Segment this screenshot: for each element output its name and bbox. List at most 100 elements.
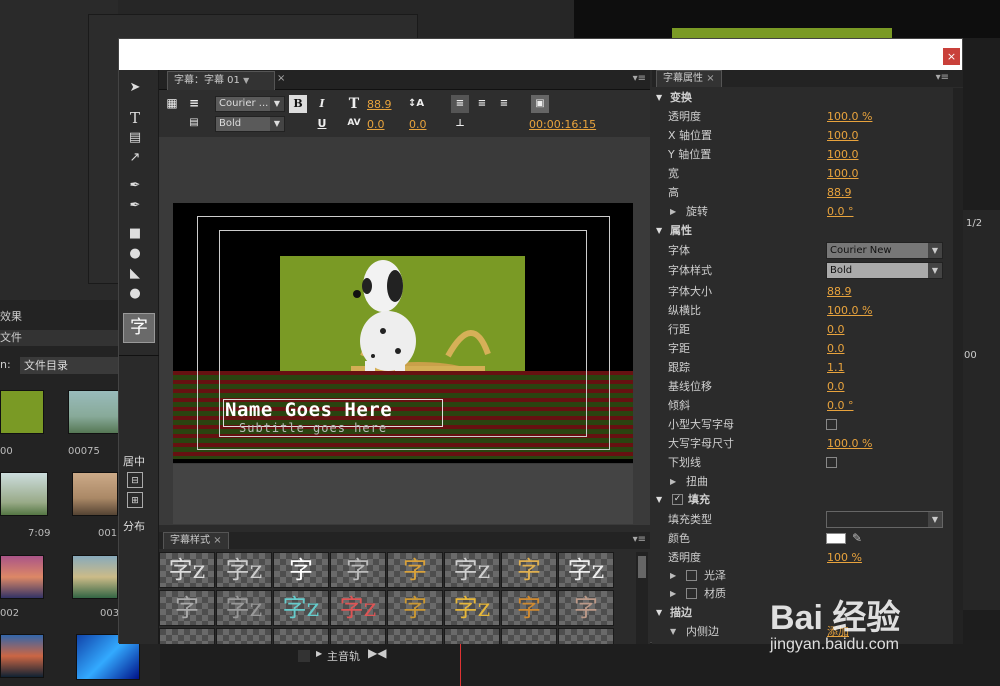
title-canvas[interactable]: Name Goes Here Subtitle goes here bbox=[173, 203, 633, 463]
fill-checkbox[interactable]: ✓ bbox=[672, 494, 683, 505]
texture-checkbox[interactable] bbox=[686, 588, 697, 599]
style-swatch[interactable]: 字 bbox=[273, 552, 329, 588]
style-swatch[interactable]: 字z bbox=[159, 552, 215, 588]
expand-icon[interactable]: ▶ bbox=[316, 649, 322, 658]
tab-close-icon[interactable]: × bbox=[277, 73, 285, 84]
sheen-checkbox[interactable] bbox=[686, 570, 697, 581]
prop-value[interactable]: 100.0 % bbox=[827, 434, 872, 453]
style-swatch[interactable]: 字z bbox=[216, 590, 272, 626]
thumb-sunset[interactable] bbox=[0, 555, 44, 599]
thumb-pier[interactable] bbox=[72, 472, 118, 516]
prop-value[interactable]: 0.0 bbox=[827, 320, 845, 339]
path-type-icon[interactable]: ↗ bbox=[127, 150, 143, 166]
props-scrollbar[interactable] bbox=[953, 88, 963, 644]
style-swatch[interactable]: 字 bbox=[501, 552, 557, 588]
prop-value[interactable]: 0.0 bbox=[827, 377, 845, 396]
font-select[interactable]: Courier New ▼ bbox=[826, 242, 943, 259]
italic-button[interactable]: I bbox=[313, 95, 331, 113]
style-swatch[interactable]: 字z bbox=[216, 552, 272, 588]
style-swatch[interactable]: 字 bbox=[558, 590, 614, 626]
thumb-dalmatian[interactable] bbox=[0, 390, 44, 434]
tab-dropdown-icon[interactable]: ▼ bbox=[243, 76, 249, 85]
scroll-thumb[interactable] bbox=[638, 556, 646, 578]
type-tool-icon[interactable]: T bbox=[127, 110, 143, 126]
style-swatch-partial[interactable] bbox=[273, 628, 329, 644]
prop-value[interactable]: 88.9 bbox=[827, 282, 852, 301]
selection-tool-icon[interactable]: ➤ bbox=[127, 80, 143, 96]
ellipse-tool-icon[interactable]: ● bbox=[127, 286, 143, 302]
thumb-windmills[interactable] bbox=[0, 472, 48, 516]
prop-value[interactable]: 100.0 % bbox=[827, 301, 872, 320]
font-style-select[interactable]: Bold ▼ bbox=[215, 116, 285, 132]
bold-button[interactable]: B bbox=[289, 95, 307, 113]
style-swatch-partial[interactable] bbox=[558, 628, 614, 644]
prop-value[interactable]: 0.0 ° bbox=[827, 396, 854, 415]
styles-scrollbar[interactable] bbox=[636, 552, 648, 644]
dialog-titlebar[interactable]: × bbox=[119, 39, 962, 70]
show-video-icon[interactable]: ▣ bbox=[531, 95, 549, 113]
align-left-icon[interactable]: ≡ bbox=[451, 95, 469, 113]
new-title-icon[interactable]: ▦ bbox=[163, 94, 181, 112]
thumb-windmill[interactable] bbox=[68, 390, 120, 434]
panel-menu-icon[interactable]: ▾≡ bbox=[633, 534, 646, 545]
section-fill[interactable]: ▼ ✓ 填充 bbox=[652, 490, 952, 509]
align-center-icon[interactable]: ≡ bbox=[473, 95, 491, 113]
subtitle-text[interactable]: Subtitle goes here bbox=[239, 421, 387, 435]
thumb-lake[interactable] bbox=[72, 555, 118, 599]
tab-close-icon[interactable]: × bbox=[706, 73, 714, 84]
style-swatch[interactable]: 字 bbox=[387, 552, 443, 588]
style-swatch[interactable]: 字 bbox=[330, 552, 386, 588]
style-swatch-partial[interactable] bbox=[330, 628, 386, 644]
tab-title-properties[interactable]: 字幕属性 × bbox=[656, 70, 722, 87]
style-swatch[interactable]: 字z bbox=[330, 590, 386, 626]
style-swatch[interactable]: 字z bbox=[444, 552, 500, 588]
style-swatch-partial[interactable] bbox=[387, 628, 443, 644]
font-family-select[interactable]: Courier ... ▼ bbox=[215, 96, 285, 112]
center-horizontal-icon[interactable]: ⊟ bbox=[127, 472, 143, 488]
prop-value[interactable]: 88.9 bbox=[827, 183, 852, 202]
panel-menu-icon[interactable]: ▾≡ bbox=[936, 72, 949, 83]
tab-close-icon[interactable]: × bbox=[213, 535, 221, 546]
underline-checkbox[interactable] bbox=[826, 457, 837, 468]
prop-value[interactable]: 0.0 bbox=[827, 339, 845, 358]
tab-title-01[interactable]: 字幕：字幕 01 ▼ bbox=[167, 71, 275, 90]
style-swatch[interactable]: 字 bbox=[501, 590, 557, 626]
smallcaps-checkbox[interactable] bbox=[826, 419, 837, 430]
tracking-value[interactable]: 0.0 bbox=[409, 118, 427, 131]
style-swatch-partial[interactable] bbox=[444, 628, 500, 644]
style-swatch-partial[interactable] bbox=[216, 628, 272, 644]
style-swatch-partial[interactable] bbox=[501, 628, 557, 644]
center-vertical-icon[interactable]: ⊞ bbox=[127, 492, 143, 508]
color-swatch[interactable] bbox=[826, 533, 846, 544]
prop-value[interactable]: 100.0 bbox=[827, 164, 859, 183]
close-button[interactable]: × bbox=[943, 48, 960, 65]
font-size-value[interactable]: 88.9 bbox=[367, 98, 392, 111]
section-transform[interactable]: ▼ 变换 bbox=[652, 88, 952, 107]
roll-crawl-icon[interactable]: ≡ bbox=[185, 94, 203, 112]
tab-stops-icon[interactable]: ⊥ bbox=[451, 115, 469, 133]
style-swatch[interactable]: 字z bbox=[444, 590, 500, 626]
style-swatch-partial[interactable] bbox=[159, 628, 215, 644]
prop-value[interactable]: 100.0 bbox=[827, 126, 859, 145]
prop-row-distort[interactable]: ▶ 扭曲 bbox=[652, 472, 952, 491]
wedge-tool-icon[interactable]: ◣ bbox=[127, 266, 143, 282]
title-text[interactable]: Name Goes Here bbox=[225, 399, 392, 421]
prop-row-sheen[interactable]: ▶ 光泽 bbox=[652, 566, 952, 585]
style-select[interactable]: Bold ▼ bbox=[826, 262, 943, 279]
rectangle-tool-icon[interactable]: ■ bbox=[127, 226, 143, 242]
prop-value[interactable]: 100.0 % bbox=[827, 107, 872, 126]
tab-title-styles[interactable]: 字幕样式 × bbox=[163, 532, 229, 549]
track-toggle[interactable] bbox=[298, 650, 310, 662]
underline-button[interactable]: U bbox=[313, 115, 331, 133]
align-right-icon[interactable]: ≡ bbox=[495, 95, 513, 113]
section-properties[interactable]: ▼ 属性 bbox=[652, 221, 952, 240]
style-swatch[interactable]: 字 bbox=[159, 590, 215, 626]
prop-value[interactable]: 100.0 bbox=[827, 145, 859, 164]
prop-row-rotation[interactable]: ▶ 旋转 0.0 ° bbox=[652, 202, 952, 221]
track-end-icon[interactable]: ▶◀ bbox=[368, 646, 386, 660]
thumb-dusk[interactable] bbox=[0, 634, 44, 678]
project-tab-effects[interactable]: 效果 bbox=[0, 308, 22, 324]
eyedropper-icon[interactable]: ✎ bbox=[852, 529, 862, 548]
template-icon[interactable]: ▤ bbox=[185, 114, 203, 132]
playhead[interactable] bbox=[460, 640, 461, 686]
